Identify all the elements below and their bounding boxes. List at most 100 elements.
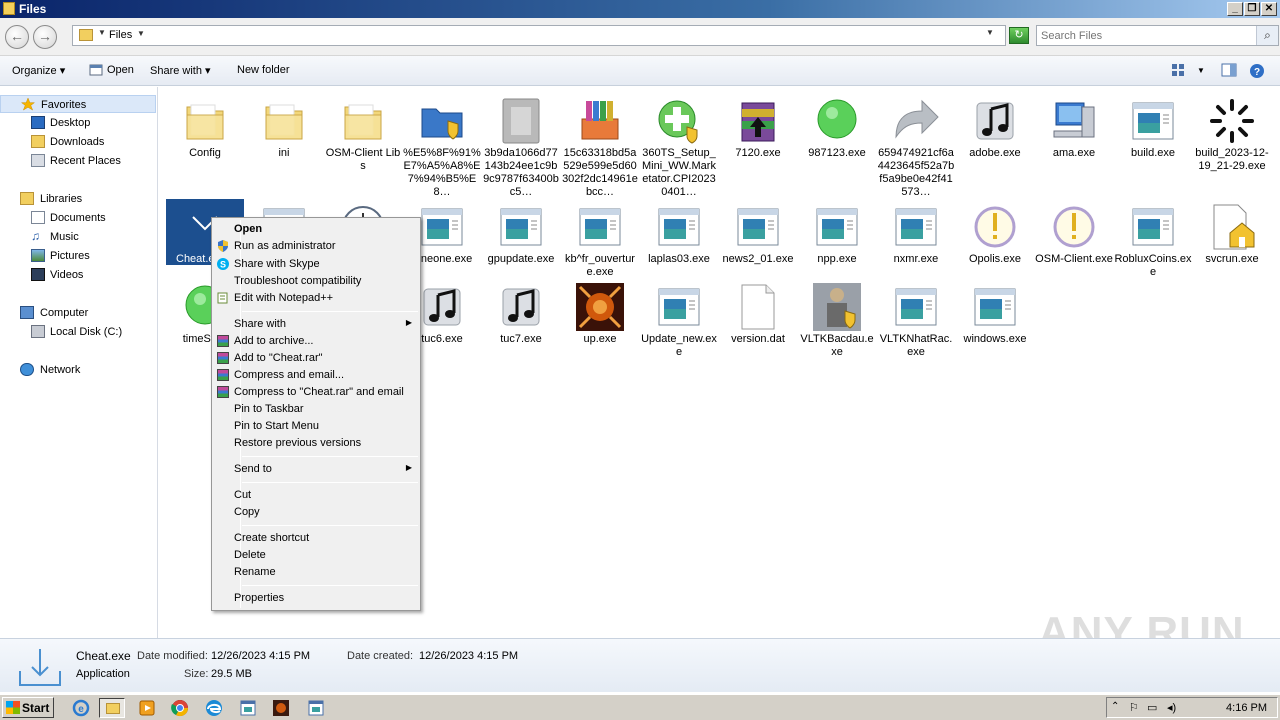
file-item[interactable]: VLTKNhatRac.exe (877, 279, 955, 359)
file-item[interactable]: ini (245, 91, 323, 197)
explorer-task-button[interactable] (99, 698, 125, 718)
forward-button[interactable]: → (33, 25, 57, 49)
file-item[interactable]: laplas03.exe (640, 199, 718, 279)
volume-icon[interactable]: ◂) (1167, 701, 1176, 714)
nav-recent-places[interactable]: Recent Places (0, 152, 156, 170)
nav-downloads[interactable]: Downloads (0, 133, 156, 151)
file-item[interactable]: adobe.exe (956, 91, 1034, 197)
file-item[interactable]: 3b9da1066d77143b24ee1c9b9c9787f63400bc5… (482, 91, 560, 198)
app-window-icon[interactable] (235, 698, 261, 718)
file-item[interactable]: OSM-Client.exe (1035, 199, 1113, 279)
tray-expand-icon[interactable]: ⌃ (1111, 701, 1119, 712)
menu-item-run-as-admin[interactable]: Run as administrator (214, 238, 418, 255)
menu-item-properties[interactable]: Properties (214, 590, 418, 607)
help-icon[interactable]: ? (1249, 63, 1265, 79)
menu-item-edit-notepad[interactable]: Edit with Notepad++ (214, 290, 418, 307)
menu-item-send-to[interactable]: Send to ▶ (214, 461, 418, 478)
nav-videos[interactable]: Videos (0, 266, 156, 284)
back-button[interactable]: ← (5, 25, 29, 49)
nav-desktop[interactable]: Desktop (0, 114, 156, 132)
file-item[interactable]: windows.exe (956, 279, 1034, 359)
app-window-icon[interactable] (303, 698, 329, 718)
minimize-button[interactable]: _ (1227, 2, 1243, 16)
close-button[interactable]: ✕ (1261, 2, 1277, 16)
file-item[interactable]: Update_new.exe (640, 279, 718, 359)
maximize-button[interactable]: ❐ (1244, 2, 1260, 16)
menu-item-compress-email[interactable]: Compress and email... (214, 367, 418, 384)
file-item[interactable]: kb^fr_ouverture.exe (561, 199, 639, 279)
menu-item-restore[interactable]: Restore previous versions (214, 435, 418, 452)
nav-pictures[interactable]: Pictures (0, 247, 156, 265)
menu-item-create-shortcut[interactable]: Create shortcut (214, 530, 418, 547)
menu-item-share-skype[interactable]: S Share with Skype (214, 256, 418, 273)
menu-item-open[interactable]: Open (214, 221, 418, 238)
file-item[interactable]: Config (166, 91, 244, 197)
file-item[interactable]: svcrun.exe (1193, 199, 1271, 279)
menu-item-add-archive[interactable]: Add to archive... (214, 333, 418, 350)
file-item[interactable]: 659474921cf6a4423645f52a7bf5a9be0e42f415… (877, 91, 955, 198)
menu-item-rename[interactable]: Rename (214, 564, 418, 581)
view-options-icon[interactable] (1171, 63, 1185, 77)
file-item[interactable]: news2_01.exe (719, 199, 797, 279)
search-icon[interactable]: ⌕ (1256, 26, 1278, 45)
file-item[interactable]: build.exe (1114, 91, 1192, 197)
organize-button[interactable]: Organize ▾ (12, 64, 65, 77)
menu-item-share-with[interactable]: Share with ▶ (214, 316, 418, 333)
edge-icon[interactable] (201, 698, 227, 718)
file-item[interactable]: version.dat (719, 279, 797, 359)
new-folder-button[interactable]: New folder (237, 64, 290, 76)
nav-network[interactable]: Network (0, 361, 156, 379)
menu-item-cut[interactable]: Cut (214, 487, 418, 504)
nav-libraries[interactable]: Libraries (0, 190, 156, 208)
file-item[interactable]: 7120.exe (719, 91, 797, 197)
menu-item-pin-taskbar[interactable]: Pin to Taskbar (214, 401, 418, 418)
file-item[interactable]: tuc7.exe (482, 279, 560, 359)
search-box[interactable]: ⌕ (1036, 25, 1279, 46)
window-app-icon (418, 203, 466, 251)
nav-documents[interactable]: Documents (0, 209, 156, 227)
share-with-button[interactable]: Share with ▾ (150, 64, 211, 77)
menu-item-pin-start[interactable]: Pin to Start Menu (214, 418, 418, 435)
chevron-right-icon[interactable]: ▼ (98, 28, 106, 37)
file-item[interactable]: up.exe (561, 279, 639, 359)
file-item[interactable]: RobluxCoins.exe (1114, 199, 1192, 279)
file-item[interactable]: OSM-Client Libs (324, 91, 402, 197)
menu-item-troubleshoot[interactable]: Troubleshoot compatibility (214, 273, 418, 290)
nav-favorites[interactable]: Favorites (0, 95, 156, 113)
preview-pane-icon[interactable] (1221, 63, 1237, 78)
menu-item-delete[interactable]: Delete (214, 547, 418, 564)
file-item[interactable]: build_2023-12-19_21-29.exe (1193, 91, 1271, 197)
nav-local-disk[interactable]: Local Disk (C:) (0, 323, 156, 341)
file-item[interactable]: VLTKBacdau.exe (798, 279, 876, 359)
menu-item-compress-cheat-email[interactable]: Compress to "Cheat.rar" and email (214, 384, 418, 401)
nav-computer[interactable]: Computer (0, 304, 156, 322)
file-item[interactable]: nxmr.exe (877, 199, 955, 279)
start-button[interactable]: Start (2, 697, 54, 718)
search-input[interactable] (1041, 28, 1251, 43)
chevron-down-icon[interactable]: ▼ (1197, 66, 1205, 75)
file-item[interactable]: npp.exe (798, 199, 876, 279)
refresh-button[interactable]: ↻ (1009, 27, 1029, 44)
file-item[interactable]: 15c63318bd5a529e599e5d60302f2dc14961ebcc… (561, 91, 639, 198)
menu-item-copy[interactable]: Copy (214, 504, 418, 521)
breadcrumb-files[interactable]: Files (109, 29, 132, 41)
open-button[interactable]: Open (107, 64, 134, 76)
file-item[interactable]: 360TS_Setup_Mini_WW.Marketator.CPI202304… (640, 91, 718, 198)
nav-music[interactable]: ♫ Music (0, 228, 156, 246)
menu-item-add-cheat-rar[interactable]: Add to "Cheat.rar" (214, 350, 418, 367)
file-item[interactable]: 987123.exe (798, 91, 876, 197)
address-field[interactable]: ▼ Files ▼ (72, 25, 1006, 46)
file-item[interactable]: Opolis.exe (956, 199, 1034, 279)
network-tray-icon[interactable]: ▭ (1147, 701, 1157, 714)
file-item[interactable]: gpupdate.exe (482, 199, 560, 279)
file-item[interactable]: ama.exe (1035, 91, 1113, 197)
media-player-icon[interactable] (134, 698, 160, 718)
internet-explorer-icon[interactable]: e (68, 698, 94, 718)
chevron-down-icon[interactable]: ▼ (137, 29, 145, 38)
address-dropdown-icon[interactable]: ▼ (986, 28, 994, 37)
action-center-icon[interactable]: ⚐ (1129, 701, 1139, 714)
chrome-icon[interactable] (167, 698, 193, 718)
file-item[interactable]: %E5%8F%91%E7%A5%A8%E7%94%B5%E8… (403, 91, 481, 198)
clock[interactable]: 4:16 PM (1226, 702, 1267, 714)
game-icon[interactable] (268, 698, 294, 718)
